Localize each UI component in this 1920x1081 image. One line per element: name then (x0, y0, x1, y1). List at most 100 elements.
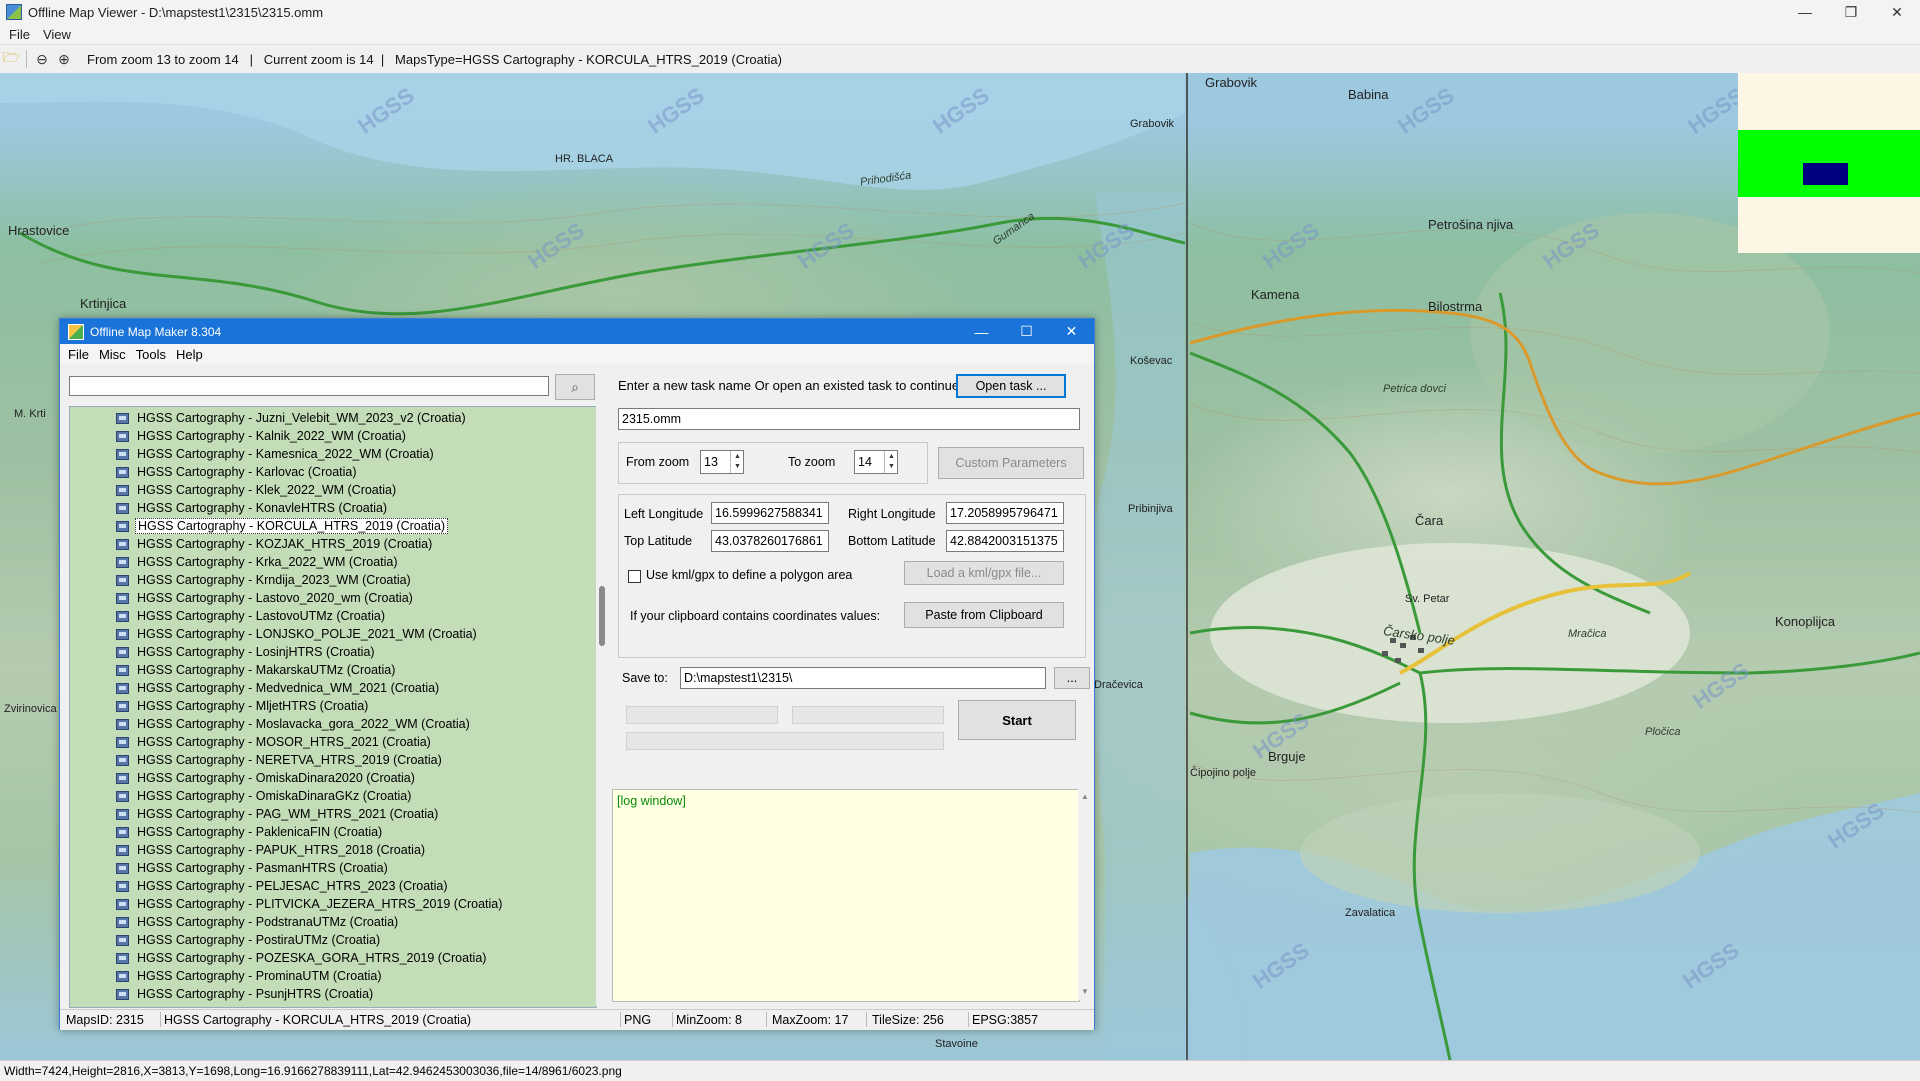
map-list-item[interactable]: HGSS Cartography - LosinjHTRS (Croatia) (70, 643, 377, 661)
map-tile-icon (116, 862, 129, 874)
map-list-item-label: HGSS Cartography - OmiskaDinaraGKz (Croa… (137, 789, 412, 803)
spin-down-icon[interactable]: ▼ (731, 461, 744, 471)
dialog-menu-misc[interactable]: Misc (99, 347, 126, 362)
status-min-zoom: MinZoom: 8 (676, 1013, 742, 1027)
spin-up-icon[interactable]: ▲ (885, 451, 898, 461)
map-list-item[interactable]: HGSS Cartography - PELJESAC_HTRS_2023 (C… (70, 877, 450, 895)
toolbar: 🗁 ⊖ ⊕ From zoom 13 to zoom 14 | Current … (0, 44, 1920, 74)
log-text: [log window] (617, 794, 686, 808)
map-list-item[interactable]: HGSS Cartography - MakarskaUTMz (Croatia… (70, 661, 397, 679)
restore-button[interactable]: ❐ (1828, 0, 1874, 24)
start-button[interactable]: Start (958, 700, 1076, 740)
map-list-item[interactable]: HGSS Cartography - Krndija_2023_WM (Croa… (70, 571, 413, 589)
map-label: Kamena (1251, 287, 1300, 302)
map-type-list[interactable]: HGSS Cartography - Juzni_Velebit_WM_2023… (69, 406, 597, 1008)
map-label: Stavoine (935, 1038, 978, 1050)
map-list-item[interactable]: HGSS Cartography - PasmanHTRS (Croatia) (70, 859, 390, 877)
map-tile-icon (116, 970, 129, 982)
map-list-item[interactable]: HGSS Cartography - LONJSKO_POLJE_2021_WM… (70, 625, 479, 643)
map-tile-icon (116, 790, 129, 802)
map-search-input[interactable] (69, 376, 549, 396)
map-tile-icon (116, 466, 129, 478)
map-list-item[interactable]: HGSS Cartography - PLITVICKA_JEZERA_HTRS… (70, 895, 504, 913)
map-list-item[interactable]: HGSS Cartography - OmiskaDinara2020 (Cro… (70, 769, 417, 787)
map-list-item[interactable]: HGSS Cartography - PodstranaUTMz (Croati… (70, 913, 400, 931)
bottom-latitude-input[interactable]: 42.8842003151375 (946, 530, 1064, 552)
browse-button[interactable]: ... (1054, 667, 1090, 689)
kml-checkbox[interactable] (628, 570, 641, 583)
overview-viewport[interactable] (1803, 163, 1848, 185)
map-tile-icon (116, 952, 129, 964)
map-list-item[interactable]: HGSS Cartography - OmiskaDinaraGKz (Croa… (70, 787, 413, 805)
map-list-item[interactable]: HGSS Cartography - Kalnik_2022_WM (Croat… (70, 427, 408, 445)
spin-up-icon[interactable]: ▲ (731, 451, 744, 461)
map-list-item[interactable]: HGSS Cartography - POZESKA_GORA_HTRS_201… (70, 949, 488, 967)
map-list-item[interactable]: HGSS Cartography - PaklenicaFIN (Croatia… (70, 823, 384, 841)
map-list-item[interactable]: HGSS Cartography - MOSOR_HTRS_2021 (Croa… (70, 733, 433, 751)
map-list-item-label: HGSS Cartography - PaklenicaFIN (Croatia… (137, 825, 383, 839)
to-zoom-spinner[interactable]: ▲ ▼ (884, 451, 898, 473)
map-list-item-label: HGSS Cartography - Kalnik_2022_WM (Croat… (137, 429, 406, 443)
paste-clipboard-button[interactable]: Paste from Clipboard (904, 602, 1064, 628)
app-icon (6, 4, 22, 20)
map-list-item[interactable]: HGSS Cartography - Lastovo_2020_wm (Croa… (70, 589, 415, 607)
map-list-item[interactable]: HGSS Cartography - Karlovac (Croatia) (70, 463, 359, 481)
top-latitude-input[interactable]: 43.0378260176861 (711, 530, 829, 552)
search-button[interactable]: ⌕ (555, 374, 595, 400)
close-button[interactable]: ✕ (1874, 0, 1920, 24)
menu-view[interactable]: View (43, 27, 71, 42)
dialog-menu-tools[interactable]: Tools (136, 347, 166, 362)
open-task-button[interactable]: Open task ... (956, 374, 1066, 398)
map-list-item[interactable]: HGSS Cartography - Kamesnica_2022_WM (Cr… (70, 445, 436, 463)
right-longitude-label: Right Longitude (848, 507, 936, 521)
load-kml-button[interactable]: Load a kml/gpx file... (904, 561, 1064, 585)
right-longitude-input[interactable]: 17.2058995796471 (946, 502, 1064, 524)
scroll-up-icon[interactable]: ▲ (1081, 792, 1089, 801)
map-list-item-label: HGSS Cartography - NERETVA_HTRS_2019 (Cr… (137, 753, 442, 767)
log-window[interactable]: [log window] (612, 789, 1080, 1002)
log-scrollbar[interactable]: ▲ ▼ (1078, 789, 1092, 1000)
map-tile-icon (116, 754, 129, 766)
open-folder-icon[interactable]: 🗁 (0, 48, 22, 70)
dialog-maximize-button[interactable]: ☐ (1004, 319, 1049, 344)
task-name-input[interactable]: 2315.omm (618, 408, 1080, 430)
left-longitude-input[interactable]: 16.5999627588341 (711, 502, 829, 524)
zoom-out-icon[interactable]: ⊖ (31, 48, 53, 70)
from-zoom-spinner[interactable]: ▲ ▼ (730, 451, 744, 473)
map-list-scrollbar[interactable] (596, 406, 610, 1006)
map-list-scroll-thumb[interactable] (599, 586, 605, 646)
dialog-statusbar: MapsID: 2315 HGSS Cartography - KORCULA_… (60, 1009, 1094, 1030)
from-zoom-label: From zoom (626, 455, 690, 469)
map-list-item[interactable]: HGSS Cartography - Krka_2022_WM (Croatia… (70, 553, 400, 571)
menu-file[interactable]: File (9, 27, 30, 42)
map-list-item[interactable]: HGSS Cartography - NERETVA_HTRS_2019 (Cr… (70, 751, 444, 769)
map-list-item[interactable]: HGSS Cartography - PAG_WM_HTRS_2021 (Cro… (70, 805, 440, 823)
map-list-item[interactable]: HGSS Cartography - LastovoUTMz (Croatia) (70, 607, 387, 625)
map-list-item[interactable]: HGSS Cartography - Juzni_Velebit_WM_2023… (70, 409, 468, 427)
dialog-minimize-button[interactable]: — (959, 319, 1004, 344)
custom-parameters-button[interactable]: Custom Parameters (938, 447, 1084, 479)
map-list-item[interactable]: HGSS Cartography - KOZJAK_HTRS_2019 (Cro… (70, 535, 434, 553)
map-list-item[interactable]: HGSS Cartography - Medvednica_WM_2021 (C… (70, 679, 441, 697)
map-list-item[interactable]: HGSS Cartography - Klek_2022_WM (Croatia… (70, 481, 398, 499)
scroll-down-icon[interactable]: ▼ (1081, 987, 1089, 996)
dialog-close-button[interactable]: ✕ (1049, 319, 1094, 344)
map-list-item-label: HGSS Cartography - KOZJAK_HTRS_2019 (Cro… (137, 537, 433, 551)
map-label: Čara (1415, 513, 1444, 528)
dialog-menu-file[interactable]: File (68, 347, 89, 362)
map-label: Čipojino polje (1190, 767, 1257, 779)
spin-down-icon[interactable]: ▼ (885, 461, 898, 471)
zoom-in-icon[interactable]: ⊕ (53, 48, 75, 70)
save-to-input[interactable]: D:\mapstest1\2315\ (680, 667, 1046, 689)
map-list-item[interactable]: HGSS Cartography - PsunjHTRS (Croatia) (70, 985, 375, 1003)
map-list-item[interactable]: HGSS Cartography - ProminaUTM (Croatia) (70, 967, 384, 985)
from-zoom-value: 13 (704, 455, 718, 469)
map-list-item[interactable]: HGSS Cartography - PAPUK_HTRS_2018 (Croa… (70, 841, 427, 859)
map-list-item[interactable]: HGSS Cartography - KonavleHTRS (Croatia) (70, 499, 389, 517)
dialog-menu-help[interactable]: Help (176, 347, 203, 362)
map-list-item[interactable]: HGSS Cartography - KORCULA_HTRS_2019 (Cr… (70, 517, 449, 535)
map-list-item[interactable]: HGSS Cartography - Moslavacka_gora_2022_… (70, 715, 472, 733)
map-list-item[interactable]: HGSS Cartography - PostiraUTMz (Croatia) (70, 931, 382, 949)
map-list-item[interactable]: HGSS Cartography - MljetHTRS (Croatia) (70, 697, 370, 715)
minimize-button[interactable]: — (1782, 0, 1828, 24)
